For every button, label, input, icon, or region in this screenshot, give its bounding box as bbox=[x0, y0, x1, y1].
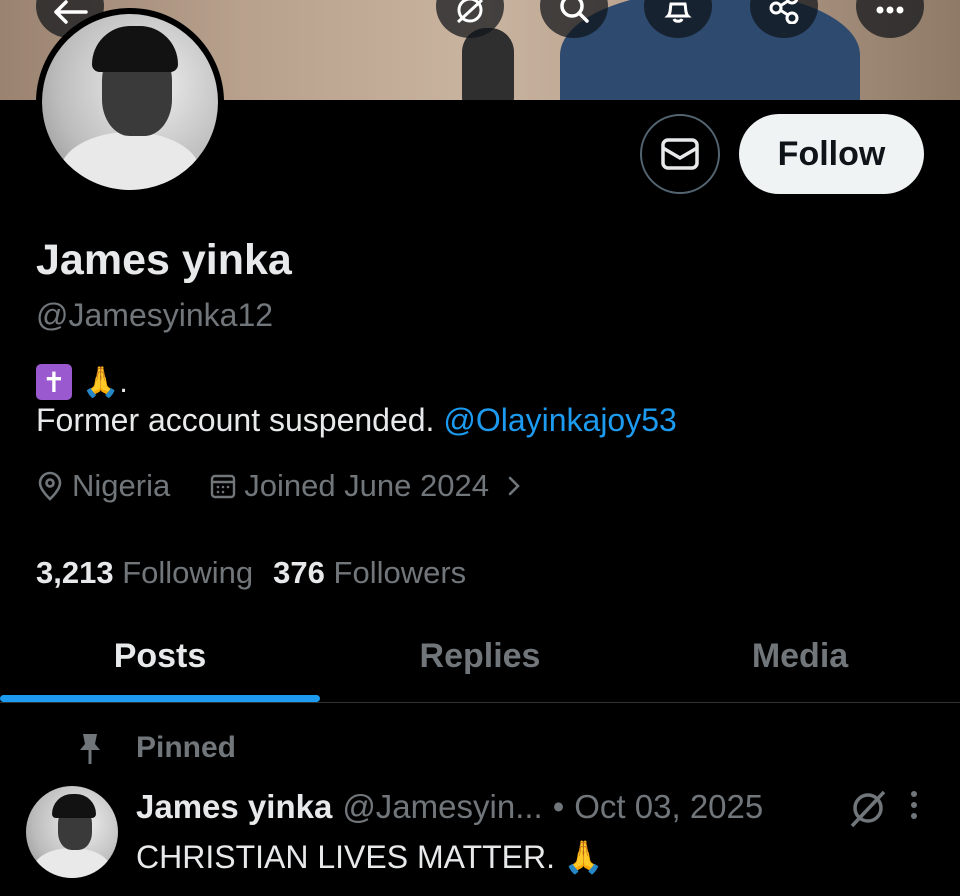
profile-name: James yinka bbox=[36, 236, 292, 284]
bio-emoji-line: ✝ 🙏. bbox=[36, 364, 128, 400]
location-pin-icon bbox=[38, 471, 62, 501]
post-more-icon[interactable] bbox=[904, 788, 924, 828]
post-avatar-hat bbox=[52, 794, 96, 818]
share-icon bbox=[769, 0, 799, 24]
post-date[interactable]: Oct 03, 2025 bbox=[574, 788, 763, 826]
message-button[interactable] bbox=[640, 114, 720, 194]
post-header: James yinka @Jamesyin... • Oct 03, 2025 bbox=[136, 788, 763, 826]
following-count: 3,213 bbox=[36, 555, 114, 590]
profile-meta: Nigeria Joined June 2024 bbox=[36, 468, 525, 504]
profile-avatar[interactable] bbox=[36, 8, 224, 196]
profile-tabs: Posts Replies Media bbox=[0, 610, 960, 703]
post-author-handle[interactable]: @Jamesyin... bbox=[342, 788, 542, 826]
following-label: Following bbox=[122, 555, 254, 590]
following-link[interactable]: 3,213 Following bbox=[36, 555, 253, 591]
tab-media[interactable]: Media bbox=[640, 610, 960, 702]
bell-icon bbox=[664, 2, 692, 23]
location-text: Nigeria bbox=[72, 468, 171, 503]
post-author-name[interactable]: James yinka bbox=[136, 788, 332, 826]
post-text: CHRISTIAN LIVES MATTER. 🙏 bbox=[136, 839, 604, 875]
envelope-icon bbox=[661, 138, 699, 170]
joined-item[interactable]: Joined June 2024 bbox=[210, 468, 525, 504]
location-item: Nigeria bbox=[36, 468, 170, 504]
followers-count: 376 bbox=[273, 555, 325, 590]
more-icon bbox=[876, 6, 904, 14]
avatar-shirt bbox=[60, 132, 200, 190]
search-icon bbox=[560, 0, 589, 23]
chevron-right-icon bbox=[508, 476, 520, 496]
followers-label: Followers bbox=[333, 555, 467, 590]
bio-text-line: Former account suspended. @Olayinkajoy53 bbox=[36, 402, 677, 439]
followers-link[interactable]: 376 Followers bbox=[273, 555, 466, 591]
avatar-hat bbox=[92, 26, 178, 72]
post-separator: • bbox=[552, 788, 565, 825]
post-grok-icon[interactable] bbox=[848, 788, 888, 828]
joined-text: Joined June 2024 bbox=[244, 468, 489, 503]
follow-button[interactable]: Follow bbox=[739, 114, 924, 194]
calendar-icon bbox=[211, 474, 236, 499]
follow-stats: 3,213 Following 376 Followers bbox=[36, 555, 466, 591]
post-avatar-shirt bbox=[34, 848, 110, 878]
avatar-photo bbox=[42, 14, 218, 190]
pray-emoji: 🙏. bbox=[82, 365, 128, 399]
latin-cross-emoji: ✝ bbox=[36, 364, 72, 400]
pinned-label: Pinned bbox=[136, 731, 237, 764]
tab-posts[interactable]: Posts bbox=[0, 610, 320, 702]
banner-microphone bbox=[462, 28, 514, 100]
pinned-indicator: Pinned bbox=[74, 730, 236, 766]
tab-replies[interactable]: Replies bbox=[320, 610, 640, 702]
profile-handle: @Jamesyinka12 bbox=[36, 297, 274, 333]
bio-text: Former account suspended. bbox=[36, 402, 444, 438]
grok-icon bbox=[456, 0, 484, 24]
post-author-avatar[interactable] bbox=[26, 786, 118, 878]
bio-mention-link[interactable]: @Olayinkajoy53 bbox=[443, 402, 676, 438]
pin-icon bbox=[80, 734, 100, 764]
